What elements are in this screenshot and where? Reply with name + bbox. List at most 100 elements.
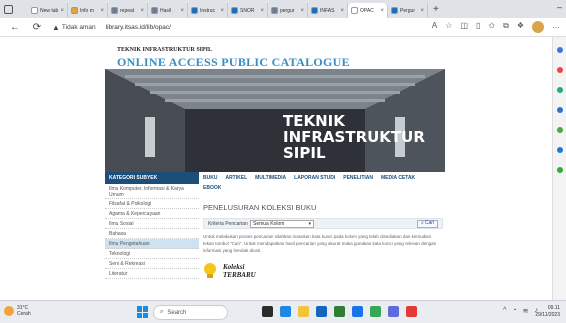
tab-label: Hasil [160,7,172,14]
subject-link[interactable]: Ilmu Komputer, Informasi & Karya Umum [105,184,199,199]
word-icon[interactable] [316,306,327,317]
close-tab-icon[interactable]: × [60,8,64,14]
url-field[interactable]: library.itsas.id/lib/opac/ [106,24,356,31]
collections-icon[interactable]: ⧉ [503,21,509,33]
favorites-icon[interactable]: ✩ [488,21,495,33]
file-explorer-icon[interactable] [298,306,309,317]
outlook-icon[interactable] [557,147,563,153]
weather-text: 31°C Cerah [17,305,31,317]
criteria-selected-value: Semua Kolom [253,220,285,227]
browser-tab[interactable]: Hasil × [148,3,188,18]
add-sidebar-icon[interactable] [557,167,563,173]
edge-icon[interactable] [280,306,291,317]
office-icon[interactable] [557,127,563,133]
browser-tab[interactable]: pergur × [268,3,308,18]
extensions-icon[interactable]: ❖ [517,21,524,33]
menu-item[interactable]: LAPORAN STUDI [294,175,335,181]
new-tab-button[interactable]: + [433,4,439,15]
search-input[interactable] [318,220,417,228]
menu-item[interactable]: PENELITIAN [343,175,373,181]
window-menu[interactable] [0,4,28,14]
split-screen-icon[interactable]: ◫ [460,21,468,33]
subject-sidebar: KATEGORI SUBYEK Ilmu Komputer, Informasi… [105,172,199,300]
close-tab-icon[interactable]: × [100,8,104,14]
chevron-up-icon[interactable]: ^ [503,307,506,315]
site-header: TEKNIK INFRASTRUKTUR SIPIL ONLINE ACCESS… [105,43,445,69]
menu-item[interactable]: BUKU [203,175,217,181]
more-menu-icon[interactable]: … [552,21,560,33]
newest-label-line-1: Koleksi [223,263,245,271]
criteria-select[interactable]: Semua Kolom ▾ [250,219,314,228]
excel-icon[interactable] [334,306,345,317]
sidebar-toggle-icon[interactable]: ▯ [476,21,480,33]
read-aloud-icon[interactable]: A [432,21,437,33]
close-tab-icon[interactable]: × [260,8,264,14]
task-view-icon[interactable] [262,306,273,317]
close-tab-icon[interactable]: × [300,8,304,14]
browser-tab[interactable]: SNOR × [228,3,268,18]
start-button[interactable] [137,306,149,318]
taskbar-search[interactable]: ⌕ Search [153,305,228,320]
search-section: PENELUSURAN KOLEKSI BUKU Kriteria Pencar… [203,197,443,280]
weather-widget[interactable]: 31°C Cerah [4,305,31,317]
tools-icon[interactable] [557,87,563,93]
browser-tab[interactable]: New tab × [28,3,68,18]
refresh-icon[interactable]: ⟳ [30,22,44,33]
criteria-label: Kriteria Pencarian [208,220,248,227]
minimize-icon[interactable]: – [557,2,562,12]
tab-favicon-icon [311,7,318,14]
subject-link[interactable]: Bahasa [105,229,199,239]
back-icon[interactable]: ← [8,22,22,33]
banner-image: TEKNIK INFRASTRUKTUR SIPIL [105,69,445,172]
warning-icon: ▲ [52,22,60,32]
close-tab-icon[interactable]: × [340,8,344,14]
security-warning[interactable]: ▲ Tidak aman [52,23,96,32]
browser-tab[interactable]: OPAC × [348,3,388,18]
menu-item[interactable]: MEDIA CETAK [381,175,415,181]
address-bar-actions: A ☆ ◫ ▯ ✩ ⧉ ❖ … [432,21,560,33]
subject-link[interactable]: Teknologi [105,249,199,259]
chrome-icon[interactable] [370,306,381,317]
search-button[interactable]: ⌕ Cari [417,219,438,228]
menu-item-ebook[interactable]: EBOOK [203,185,221,191]
profile-avatar[interactable] [532,21,544,33]
games-icon[interactable] [557,107,563,113]
search-icon: ⌕ [421,220,424,226]
favorite-star-icon[interactable]: ☆ [445,21,452,33]
close-tab-icon[interactable]: × [220,8,224,14]
windows-taskbar: 31°C Cerah ⌕ Search ^ ◔ ≋ ♪ 09.11 29/11/… [0,300,566,323]
subject-link[interactable]: Seni & Rekreasi [105,259,199,269]
close-tab-icon[interactable]: × [380,8,384,14]
close-tab-icon[interactable]: × [180,8,184,14]
window-icon[interactable] [4,4,13,14]
search-sidebar-icon[interactable] [557,47,563,53]
browser-tab[interactable]: repeat × [108,3,148,18]
browser-tab[interactable]: Pergur × [388,3,428,18]
close-tab-icon[interactable]: × [140,8,144,14]
menu-item[interactable]: MULTIMEDIA [255,175,286,181]
subject-link[interactable]: Filsafat & Psikologi [105,199,199,209]
newest-collection-header: Koleksi TERBARU [203,262,443,280]
browser-tab[interactable]: Info m × [68,3,108,18]
search-icon: ⌕ [160,309,164,315]
subject-link[interactable]: Ilmu Pengetahuan [105,239,199,249]
tab-label: pergur [280,7,295,14]
taskbar-search-placeholder: Search [167,309,187,316]
subject-link[interactable]: Agama & Kepercayaan [105,209,199,219]
subject-link[interactable]: Literatur [105,269,199,279]
site-title[interactable]: ONLINE ACCESS PUBLIC CATALOGUE [117,55,350,70]
subject-link[interactable]: Ilmu Sosial [105,219,199,229]
store-icon[interactable] [352,306,363,317]
browser-tab[interactable]: Instruc × [188,3,228,18]
network-icon[interactable]: ◔ [512,307,516,315]
teams-icon[interactable] [388,306,399,317]
banner-title: TEKNIK INFRASTRUKTUR SIPIL [283,113,425,161]
wifi-icon[interactable]: ≋ [523,307,529,315]
clock[interactable]: 09.11 29/11/2023 [535,305,560,319]
tab-favicon-icon [191,7,198,14]
browser-tab[interactable]: INFAS × [308,3,348,18]
close-tab-icon[interactable]: × [420,8,424,14]
shopping-icon[interactable] [557,67,563,73]
pdf-icon[interactable] [406,306,417,317]
menu-item[interactable]: ARTIKEL [225,175,247,181]
